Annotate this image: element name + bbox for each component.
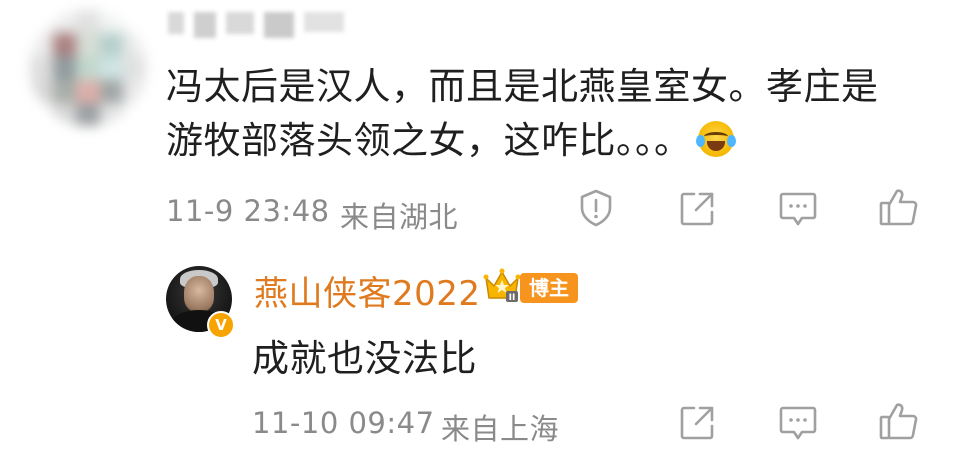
- comment-line-2-text: 游牧部落头领之女，这咋比。。。: [166, 119, 692, 162]
- comment-timestamp: 11-9 23:48: [166, 194, 330, 228]
- comment-line-1: 冯太后是汉人，而且是北燕皇室女。孝庄是: [166, 65, 879, 108]
- like-icon[interactable]: [878, 186, 920, 228]
- commenter-avatar-blurred[interactable]: [30, 10, 146, 126]
- laugh-cry-emoji-icon: [695, 121, 736, 157]
- comment-location: 来自湖北: [340, 200, 459, 234]
- reply-like-icon[interactable]: [878, 400, 920, 442]
- comment-line-2: 游牧部落头领之女，这咋比。。。: [166, 114, 936, 168]
- reply-comment-icon[interactable]: [778, 404, 818, 442]
- reply-share-icon[interactable]: [678, 404, 716, 442]
- replier-username[interactable]: 燕山侠客2022: [254, 266, 481, 315]
- crown-level-label: II: [509, 293, 516, 303]
- share-icon[interactable]: [678, 190, 716, 228]
- comment-body: 冯太后是汉人，而且是北燕皇室女。孝庄是 游牧部落头领之女，这咋比。。。: [166, 60, 936, 168]
- commenter-username-blurred[interactable]: [168, 12, 348, 46]
- reply-location: 来自上海: [441, 412, 560, 446]
- verified-badge-icon: V: [207, 311, 235, 339]
- report-icon[interactable]: [576, 188, 616, 228]
- blogger-badge: 博主: [520, 273, 578, 303]
- crown-level-icon: II: [482, 266, 522, 306]
- comment-icon[interactable]: [778, 190, 818, 228]
- reply-timestamp: 11-10 09:47: [252, 406, 435, 440]
- reply-body: 成就也没法比: [252, 337, 477, 380]
